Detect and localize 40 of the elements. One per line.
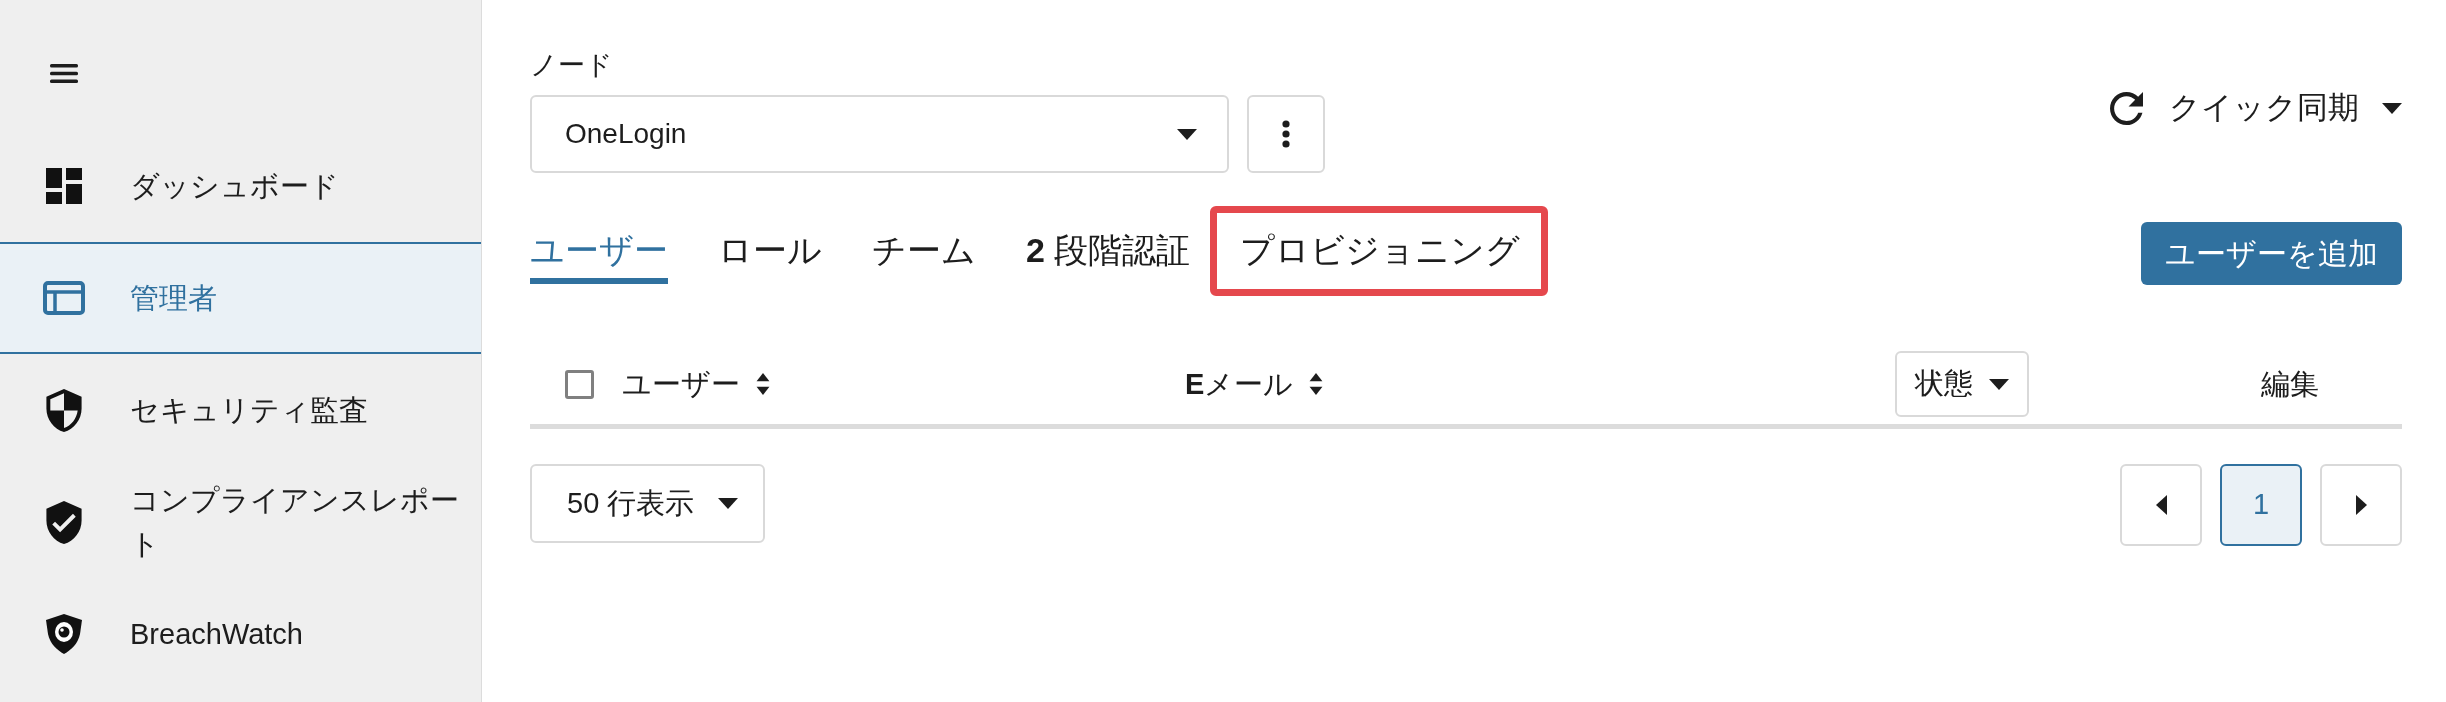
triangle-left-icon bbox=[2155, 495, 2167, 515]
tab[interactable]: 2 段階認証 bbox=[1026, 230, 1191, 284]
caret-down-icon bbox=[1989, 378, 2009, 390]
node-dropdown[interactable]: OneLogin bbox=[530, 95, 1229, 173]
shield-eye-icon bbox=[46, 614, 82, 654]
page-button[interactable]: 1 bbox=[2220, 464, 2302, 546]
caret-down-icon bbox=[1177, 128, 1197, 140]
sidebar-item[interactable]: ダッシュボード bbox=[0, 130, 481, 242]
tab[interactable]: チーム bbox=[872, 230, 976, 284]
checkbox[interactable] bbox=[565, 369, 594, 399]
filter-dropdown[interactable]: 状態 bbox=[1895, 351, 2029, 417]
sidebar-item[interactable]: 管理者 bbox=[0, 242, 481, 354]
field-label: ノード bbox=[530, 50, 613, 80]
previous-page-button[interactable] bbox=[2120, 464, 2202, 546]
layout-icon bbox=[43, 281, 85, 315]
shield-check-icon bbox=[46, 500, 82, 544]
tab[interactable]: ロール bbox=[718, 230, 822, 284]
add-user-button[interactable]: ユーザーを追加 bbox=[2141, 222, 2402, 285]
sidebar-item[interactable]: セキュリティ監査 bbox=[0, 354, 481, 466]
sort-header[interactable]: Eメール bbox=[1185, 364, 1324, 404]
rows-per-page-dropdown[interactable]: 50 行表示 bbox=[530, 464, 766, 543]
tab[interactable]: ユーザー bbox=[530, 230, 668, 284]
caret-down-icon bbox=[718, 498, 739, 509]
refresh-icon bbox=[2110, 91, 2143, 125]
sidebar-item[interactable]: コンプライアンスレポート bbox=[0, 466, 481, 578]
more-button[interactable] bbox=[1247, 95, 1325, 173]
dashboard-icon bbox=[46, 168, 82, 204]
shield-icon bbox=[46, 388, 82, 432]
triangle-right-icon bbox=[2355, 495, 2367, 515]
sort-header[interactable]: ユーザー bbox=[622, 364, 770, 404]
sidebar-item[interactable]: BreachWatch bbox=[0, 578, 481, 690]
menu-icon bbox=[50, 64, 78, 83]
sort-icon bbox=[756, 373, 770, 395]
quick-sync-button[interactable]: クイック同期 bbox=[2110, 88, 2402, 128]
sort-icon bbox=[1309, 373, 1324, 395]
caret-down-icon bbox=[2382, 102, 2402, 114]
more-vertical-icon bbox=[1282, 120, 1290, 148]
column-header: 編集 bbox=[2261, 367, 2319, 402]
tab[interactable]: プロビジョニング bbox=[1240, 230, 1521, 284]
next-page-button[interactable] bbox=[2320, 464, 2402, 546]
